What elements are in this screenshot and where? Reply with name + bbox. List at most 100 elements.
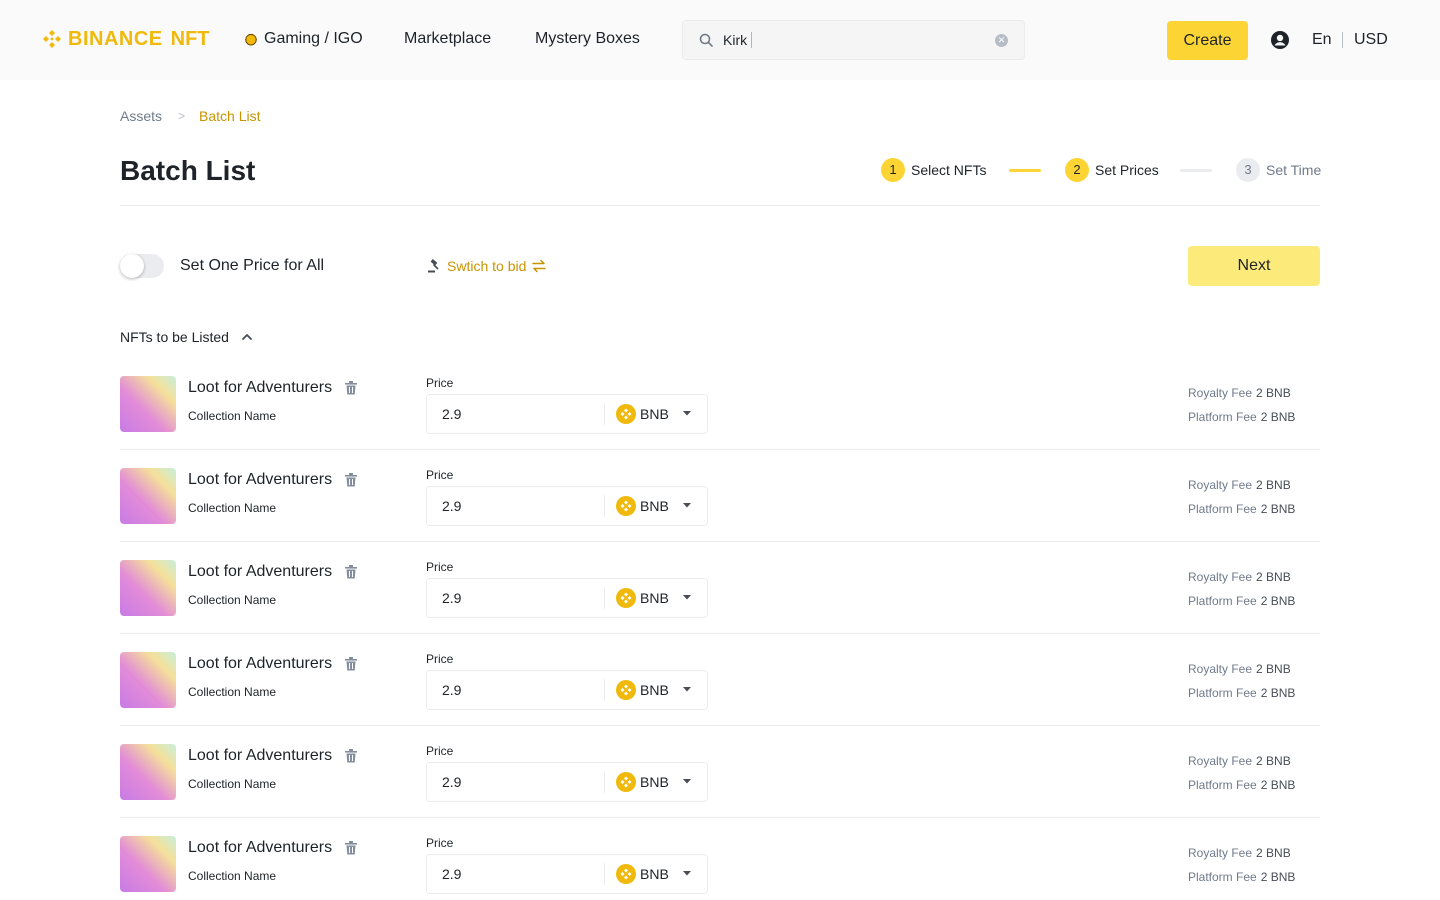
binance-nft-logo[interactable]: BINANCE NFT xyxy=(40,27,210,51)
platform-fee: Platform Fee 2 BNB xyxy=(1188,870,1295,884)
user-account-icon[interactable] xyxy=(1270,30,1290,50)
caret-down-icon[interactable] xyxy=(683,685,691,693)
platform-fee: Platform Fee 2 BNB xyxy=(1188,594,1295,608)
language-selector[interactable]: En xyxy=(1312,31,1332,49)
royalty-fee: Royalty Fee 2 BNB xyxy=(1188,570,1291,584)
trash-icon[interactable] xyxy=(345,565,357,579)
step-set-time: 3 Set Time xyxy=(1236,158,1321,182)
header-divider xyxy=(1342,32,1343,48)
royalty-fee-label: Royalty Fee xyxy=(1188,478,1253,492)
step-number: 3 xyxy=(1236,158,1260,182)
create-button[interactable]: Create xyxy=(1167,21,1248,60)
nft-row: Loot for Adventurers Collection Name Pri… xyxy=(120,542,1320,634)
token-select[interactable]: BNB xyxy=(616,588,669,608)
nfts-to-be-listed-header[interactable]: NFTs to be Listed xyxy=(120,329,253,345)
token-select[interactable]: BNB xyxy=(616,772,669,792)
nft-row: Loot for Adventurers Collection Name Pri… xyxy=(120,358,1320,450)
nft-row: Loot for Adventurers Collection Name Pri… xyxy=(120,634,1320,726)
nav-marketplace[interactable]: Marketplace xyxy=(404,30,491,48)
token-symbol: BNB xyxy=(640,406,669,422)
search-icon xyxy=(699,33,713,47)
price-input[interactable] xyxy=(427,395,603,433)
platform-fee: Platform Fee 2 BNB xyxy=(1188,778,1295,792)
royalty-fee: Royalty Fee 2 BNB xyxy=(1188,386,1291,400)
breadcrumb-assets-link[interactable]: Assets xyxy=(120,108,162,124)
nav-label: Marketplace xyxy=(404,30,492,47)
royalty-fee: Royalty Fee 2 BNB xyxy=(1188,754,1291,768)
trash-icon[interactable] xyxy=(345,749,357,763)
royalty-fee-value: 2 BNB xyxy=(1256,478,1291,492)
royalty-fee-label: Royalty Fee xyxy=(1188,662,1253,676)
caret-down-icon[interactable] xyxy=(683,869,691,877)
toggle-knob xyxy=(120,254,144,278)
royalty-fee: Royalty Fee 2 BNB xyxy=(1188,846,1291,860)
price-label: Price xyxy=(426,376,454,390)
step-label: Set Time xyxy=(1266,162,1322,178)
collection-name: Collection Name xyxy=(188,685,277,699)
search-value: Kirk xyxy=(723,32,748,48)
platform-fee-value: 2 BNB xyxy=(1260,778,1296,792)
trash-icon[interactable] xyxy=(345,473,357,487)
price-input[interactable] xyxy=(427,579,603,617)
platform-fee-value: 2 BNB xyxy=(1260,594,1296,608)
nft-thumbnail xyxy=(120,744,176,800)
price-input[interactable] xyxy=(427,763,603,801)
step-number: 1 xyxy=(881,158,905,182)
nft-thumbnail xyxy=(120,560,176,616)
switch-to-bid-link[interactable]: Swtich to bid xyxy=(427,258,547,274)
collection-name: Collection Name xyxy=(188,501,277,515)
trash-icon[interactable] xyxy=(345,841,357,855)
price-input[interactable] xyxy=(427,487,603,525)
royalty-fee: Royalty Fee 2 BNB xyxy=(1188,478,1291,492)
binance-logo-icon xyxy=(43,30,61,48)
next-button[interactable]: Next xyxy=(1188,246,1320,286)
nft-thumbnail xyxy=(120,836,176,892)
price-label: Price xyxy=(426,744,454,758)
title-divider xyxy=(120,205,1320,206)
platform-fee-label: Platform Fee xyxy=(1188,778,1257,792)
caret-down-icon[interactable] xyxy=(683,777,691,785)
price-input[interactable] xyxy=(427,671,603,709)
nav-gaming-igo[interactable]: Gaming / IGO xyxy=(244,30,363,48)
collection-name: Collection Name xyxy=(188,869,277,883)
price-field: BNB xyxy=(426,394,708,434)
caret-down-icon[interactable] xyxy=(683,409,691,417)
token-symbol: BNB xyxy=(640,498,669,514)
breadcrumb-current: Batch List xyxy=(199,108,261,124)
token-select[interactable]: BNB xyxy=(616,680,669,700)
set-one-price-label: Set One Price for All xyxy=(180,257,325,274)
token-select[interactable]: BNB xyxy=(616,496,669,516)
price-divider xyxy=(604,403,605,425)
caret-down-icon[interactable] xyxy=(683,501,691,509)
trash-icon[interactable] xyxy=(345,381,357,395)
step-number: 2 xyxy=(1065,158,1089,182)
bnb-token-icon xyxy=(616,404,636,424)
search-input[interactable]: Kirk ✕ xyxy=(682,20,1025,60)
price-label: Price xyxy=(426,836,454,850)
currency-selector[interactable]: USD xyxy=(1354,31,1388,49)
price-input[interactable] xyxy=(427,855,603,893)
royalty-fee-value: 2 BNB xyxy=(1256,846,1291,860)
bnb-token-icon xyxy=(616,588,636,608)
nav-mystery-boxes[interactable]: Mystery Boxes xyxy=(535,30,640,48)
price-label: Price xyxy=(426,560,454,574)
bnb-token-icon xyxy=(616,680,636,700)
bnb-token-icon xyxy=(616,772,636,792)
platform-fee: Platform Fee 2 BNB xyxy=(1188,410,1295,424)
set-one-price-toggle[interactable] xyxy=(120,254,164,278)
platform-fee-label: Platform Fee xyxy=(1188,410,1257,424)
nft-name: Loot for Adventurers xyxy=(188,655,333,672)
nft-thumbnail xyxy=(120,652,176,708)
trash-icon[interactable] xyxy=(345,657,357,671)
platform-fee-value: 2 BNB xyxy=(1260,502,1296,516)
chevron-up-icon xyxy=(242,334,252,340)
clear-icon[interactable]: ✕ xyxy=(995,34,1008,47)
top-header: BINANCE NFT Gaming / IGO Marketplace Mys… xyxy=(0,0,1440,80)
nft-row: Loot for Adventurers Collection Name Pri… xyxy=(120,818,1320,900)
caret-down-icon[interactable] xyxy=(683,593,691,601)
price-field: BNB xyxy=(426,578,708,618)
royalty-fee-value: 2 BNB xyxy=(1256,570,1291,584)
token-select[interactable]: BNB xyxy=(616,864,669,884)
token-select[interactable]: BNB xyxy=(616,404,669,424)
collection-name: Collection Name xyxy=(188,409,277,423)
